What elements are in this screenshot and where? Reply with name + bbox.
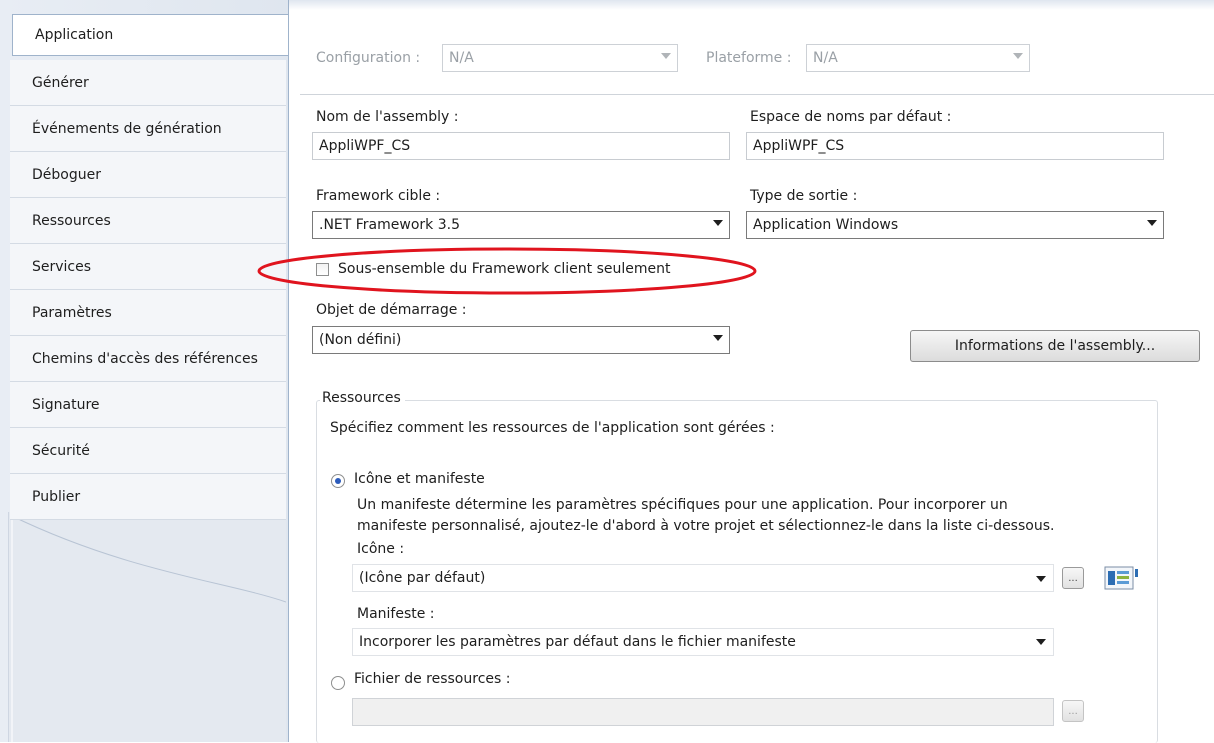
chevron-down-icon[interactable] <box>1036 639 1046 645</box>
chevron-down-icon <box>713 335 723 341</box>
manifest-dropdown[interactable]: Incorporer les paramètres par défaut dan… <box>352 628 1054 656</box>
resource-file-browse-button[interactable]: ... <box>1062 700 1084 722</box>
sidebar-item-label: Paramètres <box>32 304 112 321</box>
chevron-down-icon <box>713 220 723 226</box>
sidebar-item-generer[interactable]: Générer <box>10 60 286 106</box>
sidebar-item-label: Événements de génération <box>32 120 222 137</box>
sidebar-item-evenements[interactable]: Événements de génération <box>10 106 286 152</box>
sidebar-item-deboguer[interactable]: Déboguer <box>10 152 286 198</box>
output-type-value: Application Windows <box>753 217 899 233</box>
configuration-label: Configuration : <box>316 50 421 66</box>
chevron-down-icon[interactable] <box>1036 576 1046 582</box>
assembly-name-input[interactable]: AppliWPF_CS <box>312 132 730 160</box>
icon-manifest-radio[interactable] <box>331 474 345 488</box>
icon-value: (Icône par défaut) <box>359 570 486 586</box>
divider <box>300 94 1214 95</box>
icon-manifest-label: Icône et manifeste <box>354 471 485 487</box>
icon-browse-button[interactable]: ... <box>1062 567 1084 589</box>
sidebar-item-services[interactable]: Services <box>10 244 286 290</box>
namespace-label: Espace de noms par défaut : <box>750 109 952 125</box>
resource-file-input[interactable] <box>352 698 1054 726</box>
manifest-help-line2: manifeste personnalisé, ajoutez-le d'abo… <box>357 518 1055 534</box>
output-type-label: Type de sortie : <box>750 188 858 204</box>
chevron-down-icon <box>1013 53 1023 59</box>
resources-group-title: Ressources <box>320 390 405 406</box>
target-framework-dropdown[interactable]: .NET Framework 3.5 <box>312 211 730 239</box>
icon-preview-icon[interactable] <box>1104 565 1140 591</box>
resource-file-radio[interactable] <box>331 676 345 690</box>
target-framework-value: .NET Framework 3.5 <box>319 217 460 233</box>
sidebar-item-ressources[interactable]: Ressources <box>10 198 286 244</box>
sidebar-item-label: Déboguer <box>32 166 101 183</box>
resource-file-label: Fichier de ressources : <box>354 671 511 687</box>
icon-dropdown[interactable]: (Icône par défaut) <box>352 564 1054 592</box>
startup-object-label: Objet de démarrage : <box>316 302 467 318</box>
icon-label: Icône : <box>357 541 405 557</box>
sidebar-item-label: Ressources <box>32 212 111 229</box>
sidebar-item-label: Services <box>32 258 92 275</box>
sidebar-item-label: Signature <box>32 396 100 413</box>
manifest-value: Incorporer les paramètres par défaut dan… <box>359 634 796 650</box>
platform-dropdown[interactable]: N/A <box>806 44 1030 72</box>
top-strip <box>289 0 1214 10</box>
assembly-name-label: Nom de l'assembly : <box>316 109 459 125</box>
sidebar-item-label: Sécurité <box>32 442 90 459</box>
startup-object-value: (Non défini) <box>319 332 402 348</box>
sidebar-item-parametres[interactable]: Paramètres <box>10 290 286 336</box>
sidebar-item-signature[interactable]: Signature <box>10 382 286 428</box>
manifest-help-line1: Un manifeste détermine les paramètres sp… <box>357 497 1008 513</box>
sidebar-item-chemins[interactable]: Chemins d'accès des références <box>10 336 286 382</box>
sidebar-item-securite[interactable]: Sécurité <box>10 428 286 474</box>
namespace-input[interactable]: AppliWPF_CS <box>746 132 1164 160</box>
highlight-ellipse <box>257 247 757 295</box>
target-framework-label: Framework cible : <box>316 188 441 204</box>
assembly-info-button[interactable]: Informations de l'assembly... <box>910 330 1200 362</box>
sidebar-item-publier[interactable]: Publier <box>10 474 286 520</box>
sidebar-item-application[interactable]: Application <box>12 14 288 56</box>
startup-object-dropdown[interactable]: (Non défini) <box>312 326 730 354</box>
sidebar-item-label: Publier <box>32 488 81 505</box>
manifest-label: Manifeste : <box>357 606 435 622</box>
chevron-down-icon <box>661 53 671 59</box>
chevron-down-icon <box>1147 220 1157 226</box>
sidebar-item-label: Générer <box>32 74 89 91</box>
namespace-value: AppliWPF_CS <box>753 138 845 154</box>
configuration-value: N/A <box>449 50 474 66</box>
sidebar-decoration <box>8 512 286 742</box>
sidebar-item-label: Chemins d'accès des références <box>32 350 258 367</box>
resources-description: Spécifiez comment les ressources de l'ap… <box>330 420 775 436</box>
platform-label: Plateforme : <box>706 50 792 66</box>
platform-value: N/A <box>813 50 838 66</box>
sidebar-item-label: Application <box>35 27 114 43</box>
assembly-name-value: AppliWPF_CS <box>319 138 411 154</box>
output-type-dropdown[interactable]: Application Windows <box>746 211 1164 239</box>
configuration-dropdown[interactable]: N/A <box>442 44 678 72</box>
